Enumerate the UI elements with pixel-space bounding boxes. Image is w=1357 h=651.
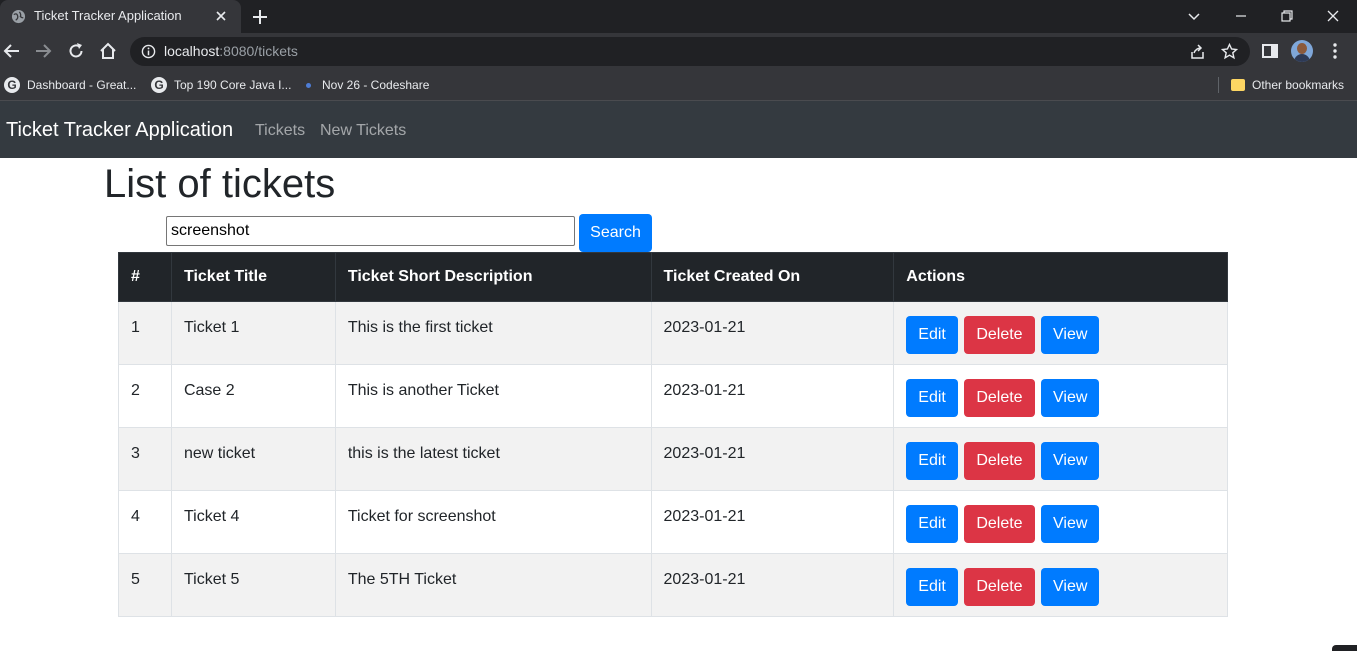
app-navbar: Ticket Tracker Application Tickets New T…: [0, 101, 1357, 158]
bookmark-item[interactable]: G Dashboard - Great...: [4, 76, 136, 94]
edit-button[interactable]: Edit: [906, 505, 958, 543]
share-icon[interactable]: [1189, 43, 1206, 60]
table-row: 5 Ticket 5 The 5TH Ticket 2023-01-21 Edi…: [118, 553, 1228, 617]
ticket-description: The 5TH Ticket: [334, 553, 652, 617]
ticket-actions: Edit Delete View: [893, 427, 1228, 491]
scroll-corner: [1332, 645, 1357, 651]
ticket-created: 2023-01-21: [650, 364, 895, 428]
delete-button[interactable]: Delete: [964, 316, 1035, 354]
bookmarks-bar: G Dashboard - Great... G Top 190 Core Ja…: [0, 69, 1357, 101]
view-button[interactable]: View: [1041, 505, 1100, 543]
delete-button[interactable]: Delete: [964, 568, 1035, 606]
ticket-created: 2023-01-21: [650, 301, 895, 365]
column-header-actions: Actions: [893, 252, 1228, 302]
side-panel-icon[interactable]: [1260, 41, 1280, 61]
ticket-id: 4: [118, 490, 172, 554]
profile-avatar[interactable]: [1291, 40, 1313, 62]
ticket-description: this is the latest ticket: [334, 427, 652, 491]
ticket-description: This is another Ticket: [334, 364, 652, 428]
table-header-row: # Ticket Title Ticket Short Description …: [118, 252, 1228, 302]
nav-link-tickets[interactable]: Tickets: [255, 122, 305, 140]
bookmarks-separator: [1218, 77, 1219, 93]
page-title: List of tickets: [104, 162, 336, 206]
view-button[interactable]: View: [1041, 442, 1100, 480]
ticket-id: 2: [118, 364, 172, 428]
ticket-title: Ticket 1: [170, 301, 336, 365]
other-bookmarks[interactable]: Other bookmarks: [1231, 76, 1344, 94]
ticket-actions: Edit Delete View: [893, 553, 1228, 617]
ticket-description: Ticket for screenshot: [334, 490, 652, 554]
tab-title: Ticket Tracker Application: [34, 8, 182, 23]
ticket-title: new ticket: [170, 427, 336, 491]
table-row: 2 Case 2 This is another Ticket 2023-01-…: [118, 364, 1228, 428]
edit-button[interactable]: Edit: [906, 316, 958, 354]
ticket-created: 2023-01-21: [650, 490, 895, 554]
browser-tabstrip: Ticket Tracker Application: [0, 0, 1357, 33]
minimize-icon[interactable]: [1230, 5, 1252, 27]
browser-toolbar: localhost:8080/tickets: [0, 33, 1357, 69]
google-g-icon: G: [151, 77, 167, 93]
close-tab-icon[interactable]: [212, 7, 230, 25]
ticket-id: 5: [118, 553, 172, 617]
edit-button[interactable]: Edit: [906, 379, 958, 417]
dot-icon: [306, 82, 311, 88]
ticket-title: Case 2: [170, 364, 336, 428]
table-row: 1 Ticket 1 This is the first ticket 2023…: [118, 301, 1228, 365]
globe-icon: [11, 9, 26, 24]
ticket-actions: Edit Delete View: [893, 364, 1228, 428]
delete-button[interactable]: Delete: [964, 505, 1035, 543]
bookmark-item[interactable]: G Top 190 Core Java I...: [151, 76, 291, 94]
edit-button[interactable]: Edit: [906, 568, 958, 606]
home-icon[interactable]: [98, 41, 118, 61]
folder-icon: [1231, 79, 1245, 91]
google-g-icon: G: [4, 77, 20, 93]
close-window-icon[interactable]: [1322, 5, 1344, 27]
browser-tab[interactable]: Ticket Tracker Application: [0, 0, 241, 33]
column-header-id: #: [118, 252, 172, 302]
tickets-table: # Ticket Title Ticket Short Description …: [118, 252, 1228, 617]
ticket-title: Ticket 4: [170, 490, 336, 554]
ticket-created: 2023-01-21: [650, 553, 895, 617]
nav-link-new-tickets[interactable]: New Tickets: [320, 122, 406, 140]
bookmark-star-icon[interactable]: [1221, 43, 1238, 60]
view-button[interactable]: View: [1041, 379, 1100, 417]
reload-icon[interactable]: [66, 41, 86, 61]
ticket-id: 3: [118, 427, 172, 491]
delete-button[interactable]: Delete: [964, 379, 1035, 417]
table-row: 3 new ticket this is the latest ticket 2…: [118, 427, 1228, 491]
column-header-created: Ticket Created On: [650, 252, 895, 302]
tab-search-icon[interactable]: [1183, 5, 1205, 27]
bookmark-item[interactable]: Nov 26 - Codeshare: [302, 76, 429, 94]
search-button[interactable]: Search: [579, 214, 652, 252]
menu-dots-icon[interactable]: [1325, 41, 1345, 61]
ticket-actions: Edit Delete View: [893, 301, 1228, 365]
view-button[interactable]: View: [1041, 316, 1100, 354]
url-text: localhost:8080/tickets: [164, 43, 298, 59]
ticket-title: Ticket 5: [170, 553, 336, 617]
forward-icon[interactable]: [33, 41, 53, 61]
new-tab-icon[interactable]: [250, 7, 270, 27]
edit-button[interactable]: Edit: [906, 442, 958, 480]
restore-icon[interactable]: [1276, 5, 1298, 27]
delete-button[interactable]: Delete: [964, 442, 1035, 480]
column-header-title: Ticket Title: [170, 252, 336, 302]
search-input[interactable]: [166, 216, 575, 246]
table-row: 4 Ticket 4 Ticket for screenshot 2023-01…: [118, 490, 1228, 554]
back-icon[interactable]: [2, 41, 22, 61]
view-button[interactable]: View: [1041, 568, 1100, 606]
ticket-description: This is the first ticket: [334, 301, 652, 365]
column-header-description: Ticket Short Description: [334, 252, 652, 302]
address-bar[interactable]: localhost:8080/tickets: [130, 37, 1250, 66]
ticket-id: 1: [118, 301, 172, 365]
ticket-created: 2023-01-21: [650, 427, 895, 491]
info-icon[interactable]: [141, 44, 156, 59]
navbar-brand[interactable]: Ticket Tracker Application: [6, 119, 233, 142]
ticket-actions: Edit Delete View: [893, 490, 1228, 554]
